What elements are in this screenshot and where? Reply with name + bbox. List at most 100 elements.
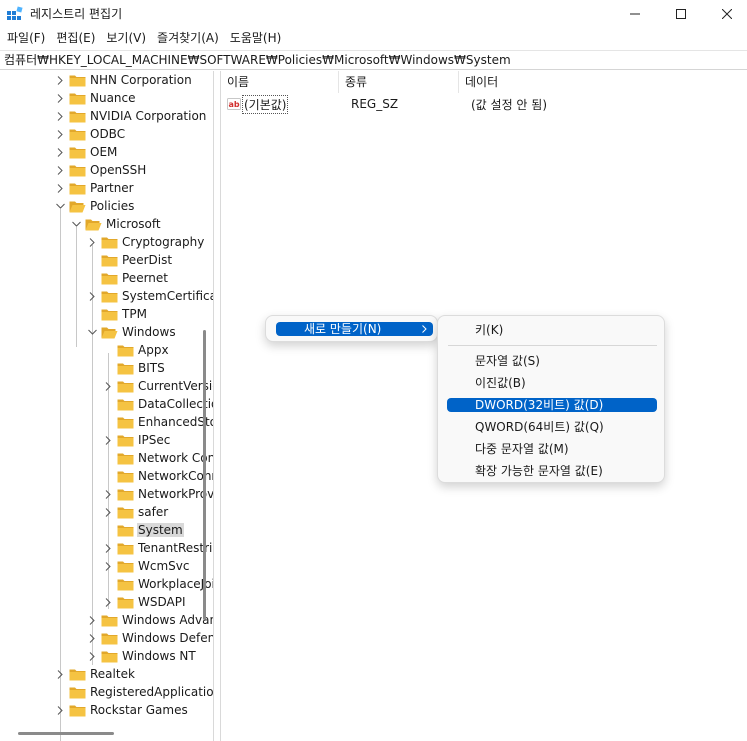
string-value-icon: ab — [227, 98, 241, 110]
chevron-down-icon[interactable] — [71, 215, 81, 233]
tree-item[interactable]: Realtek — [55, 665, 136, 683]
new-menu-item[interactable]: 새로 만들기(N) — [276, 322, 433, 336]
submenu-item-key[interactable]: 키(K) — [475, 323, 655, 337]
tree-item[interactable]: Cryptography — [87, 233, 205, 251]
chevron-right-icon[interactable] — [55, 665, 65, 683]
tree-item[interactable]: Network Connections — [103, 449, 213, 467]
title-bar: 레지스트리 편집기 — [0, 0, 747, 28]
tree-item[interactable]: Nuance — [55, 89, 137, 107]
chevron-right-icon[interactable] — [87, 287, 97, 305]
submenu-item-binary[interactable]: 이진값(B) — [475, 376, 655, 390]
tree-item[interactable]: WSDAPI — [103, 593, 187, 611]
menu-file[interactable]: 파일(F) — [2, 28, 50, 49]
tree-horizontal-scrollbar[interactable] — [18, 732, 114, 735]
tree-item-label: Windows Defender — [122, 631, 213, 645]
menu-help[interactable]: 도움말(H) — [225, 28, 287, 49]
menu-view[interactable]: 보기(V) — [101, 28, 151, 49]
tree-item[interactable]: NVIDIA Corporation — [55, 107, 207, 125]
list-header: 이름 종류 데이터 — [221, 71, 747, 93]
tree-item-label: WcmSvc — [138, 559, 190, 573]
value-name-cell: ab (기본값) — [221, 94, 345, 114]
maximize-icon — [676, 9, 686, 19]
chevron-right-icon[interactable] — [55, 161, 65, 179]
tree-item[interactable]: Peernet — [87, 269, 169, 287]
tree-item[interactable]: OpenSSH — [55, 161, 147, 179]
tree-item[interactable]: System — [103, 521, 184, 539]
chevron-right-icon[interactable] — [87, 647, 97, 665]
chevron-right-icon[interactable] — [103, 503, 113, 521]
tree-vertical-scrollbar[interactable] — [203, 330, 206, 620]
tree-item[interactable]: Windows Advanced Threat Protection — [87, 611, 213, 629]
menu-edit[interactable]: 편집(E) — [51, 28, 100, 49]
submenu-item-multi-string[interactable]: 다중 문자열 값(M) — [475, 442, 655, 456]
tree-item[interactable]: Partner — [55, 179, 135, 197]
tree-item[interactable]: Windows Defender — [87, 629, 213, 647]
tree-item[interactable]: RegisteredApplications — [55, 683, 214, 701]
chevron-right-icon[interactable] — [55, 143, 65, 161]
tree-item[interactable]: NHN Corporation — [55, 71, 193, 89]
chevron-right-icon[interactable] — [103, 377, 113, 395]
tree-item[interactable]: WcmSvc — [103, 557, 190, 575]
value-row[interactable]: ab (기본값) REG_SZ (값 설정 안 됨) — [221, 94, 747, 114]
tree-item[interactable]: TenantRestrictions — [103, 539, 213, 557]
pane-splitter[interactable] — [214, 71, 219, 741]
submenu-item-qword[interactable]: QWORD(64비트) 값(Q) — [475, 420, 655, 434]
tree-item[interactable]: CurrentVersion — [103, 377, 213, 395]
tree-item[interactable]: OEM — [55, 143, 118, 161]
tree-item[interactable]: Microsoft — [71, 215, 162, 233]
tree-item[interactable]: Windows NT — [87, 647, 197, 665]
chevron-right-icon[interactable] — [55, 89, 65, 107]
tree-item-label: RegisteredApplications — [90, 685, 214, 699]
tree-item[interactable]: EnhancedStorageDevices — [103, 413, 213, 431]
chevron-right-icon[interactable] — [103, 593, 113, 611]
chevron-down-icon[interactable] — [55, 197, 65, 215]
folder-icon — [101, 254, 118, 267]
tree-item[interactable]: SystemCertificates — [87, 287, 213, 305]
chevron-right-icon[interactable] — [103, 539, 113, 557]
minimize-button[interactable] — [612, 0, 658, 28]
submenu-item-dword[interactable]: DWORD(32비트) 값(D) — [447, 398, 657, 412]
tree-item-label: safer — [138, 505, 169, 519]
close-button[interactable] — [704, 0, 747, 28]
tree-item[interactable]: DataCollection — [103, 395, 213, 413]
chevron-right-icon[interactable] — [87, 233, 97, 251]
chevron-right-icon[interactable] — [55, 125, 65, 143]
column-header-name[interactable]: 이름 — [221, 71, 339, 93]
chevron-right-icon[interactable] — [55, 107, 65, 125]
submenu-item-string[interactable]: 문자열 값(S) — [475, 354, 655, 368]
chevron-down-icon[interactable] — [87, 323, 97, 341]
chevron-right-icon[interactable] — [55, 179, 65, 197]
key-tree[interactable]: NHN Corporation Nuance NVIDIA Corporation O… — [0, 71, 214, 741]
tree-item[interactable]: Rockstar Games — [55, 701, 189, 719]
chevron-right-icon[interactable] — [55, 71, 65, 89]
chevron-right-icon[interactable] — [103, 485, 113, 503]
tree-item-label: OEM — [90, 145, 118, 159]
folder-icon — [69, 92, 86, 105]
tree-item[interactable]: IPSec — [103, 431, 171, 449]
menu-favorites[interactable]: 즐겨찾기(A) — [152, 28, 224, 49]
tree-item[interactable]: NetworkConnectivityStatusIndicator — [103, 467, 213, 485]
folder-open-icon — [69, 200, 86, 213]
folder-icon — [69, 668, 86, 681]
tree-item[interactable]: WorkplaceJoin — [103, 575, 213, 593]
tree-item[interactable]: Appx — [103, 341, 170, 359]
tree-item[interactable]: Windows — [87, 323, 177, 341]
tree-item[interactable]: BITS — [103, 359, 166, 377]
tree-item[interactable]: TPM — [87, 305, 148, 323]
chevron-right-icon[interactable] — [87, 611, 97, 629]
folder-icon — [69, 164, 86, 177]
chevron-right-icon[interactable] — [103, 431, 113, 449]
maximize-button[interactable] — [658, 0, 704, 28]
chevron-right-icon[interactable] — [103, 557, 113, 575]
tree-item[interactable]: NetworkProvider — [103, 485, 213, 503]
tree-item[interactable]: Policies — [55, 197, 135, 215]
submenu-item-expandable-string[interactable]: 확장 가능한 문자열 값(E) — [475, 464, 655, 478]
tree-item[interactable]: safer — [103, 503, 169, 521]
tree-item[interactable]: PeerDist — [87, 251, 173, 269]
column-header-data[interactable]: 데이터 — [459, 71, 747, 93]
chevron-right-icon[interactable] — [87, 629, 97, 647]
column-header-type[interactable]: 종류 — [339, 71, 459, 93]
tree-item[interactable]: ODBC — [55, 125, 126, 143]
address-bar[interactable]: 컴퓨터₩HKEY_LOCAL_MACHINE₩SOFTWARE₩Policies… — [0, 50, 747, 70]
chevron-right-icon[interactable] — [55, 701, 65, 719]
